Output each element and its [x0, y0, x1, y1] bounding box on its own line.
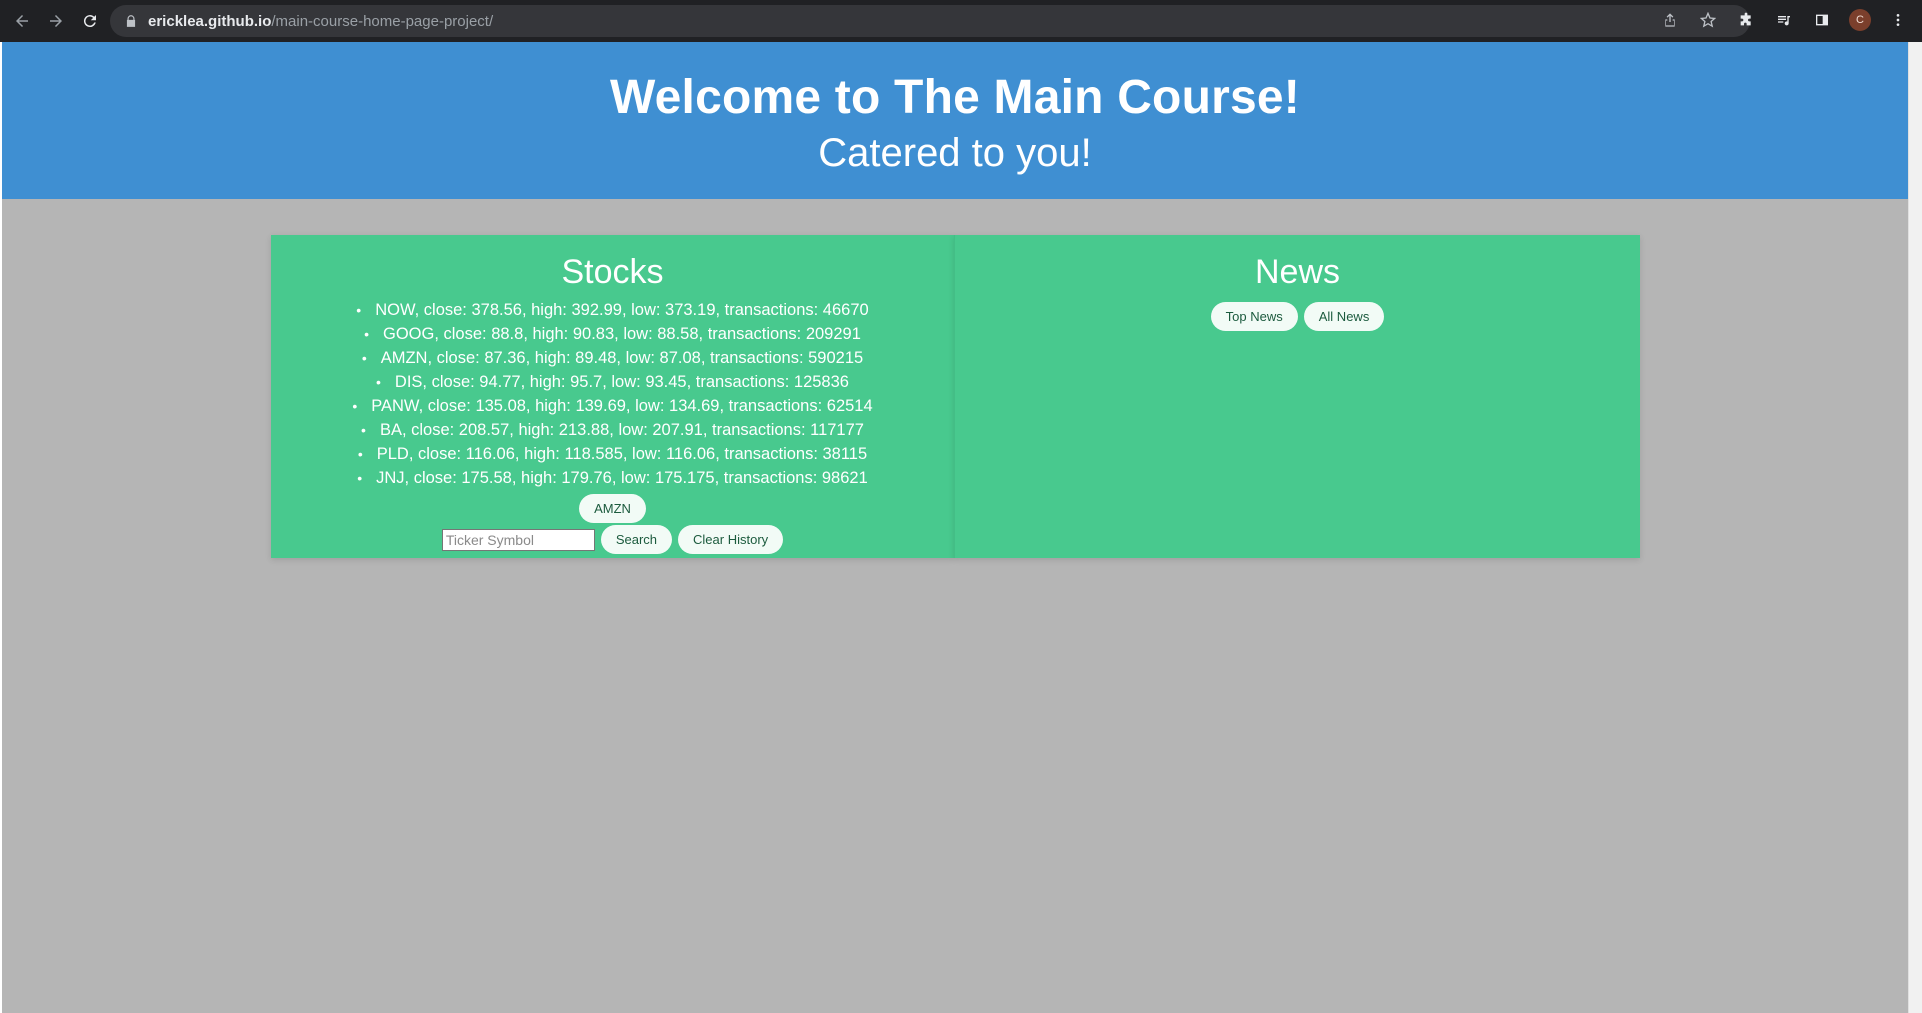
ticker-symbol-input[interactable]: [441, 528, 595, 551]
address-bar[interactable]: ericklea.github.io /main-course-home-pag…: [110, 5, 1750, 37]
toolbar-actions: C: [1656, 6, 1912, 34]
list-item: PLD, close: 116.06, high: 118.585, low: …: [271, 442, 954, 466]
url-path: /main-course-home-page-project/: [271, 12, 494, 30]
list-item: JNJ, close: 175.58, high: 179.76, low: 1…: [271, 466, 954, 490]
puzzle-icon: [1740, 12, 1751, 26]
page-subtitle: Catered to you!: [818, 131, 1092, 175]
arrow-right-icon: [50, 15, 62, 27]
avatar: C: [1849, 9, 1871, 31]
page-title: Welcome to The Main Course!: [610, 71, 1300, 124]
lock-icon: [126, 15, 136, 27]
news-title: News: [1254, 253, 1341, 291]
share-button[interactable]: [1656, 6, 1684, 34]
hero-banner: Welcome to The Main Course! Catered to y…: [2, 42, 1908, 199]
news-filter-buttons: Top News All News: [955, 302, 1640, 331]
history-amzn-button[interactable]: AMZN: [579, 494, 646, 523]
star-icon: [1700, 12, 1716, 28]
stock-list: NOW, close: 378.56, high: 392.99, low: 3…: [271, 298, 954, 490]
search-history: AMZN: [271, 494, 954, 523]
top-news-button[interactable]: Top News: [1210, 302, 1298, 331]
media-button[interactable]: [1770, 6, 1798, 34]
reload-button[interactable]: [74, 5, 106, 37]
news-card: News Top News All News: [954, 235, 1640, 558]
url-host: ericklea.github.io: [148, 12, 272, 30]
list-item: PANW, close: 135.08, high: 139.69, low: …: [271, 394, 954, 418]
playlist-icon: [1778, 16, 1790, 26]
reload-icon: [83, 15, 96, 28]
list-item: AMZN, close: 87.36, high: 89.48, low: 87…: [271, 346, 954, 370]
stocks-title: Stocks: [561, 253, 664, 291]
kebab-menu-icon: [1896, 14, 1900, 26]
scrollbar[interactable]: [1908, 42, 1922, 1013]
list-item: NOW, close: 378.56, high: 392.99, low: 3…: [271, 298, 954, 322]
share-icon: [1665, 13, 1675, 27]
page-viewport: Welcome to The Main Course! Catered to y…: [2, 42, 1908, 1013]
list-item: GOOG, close: 88.8, high: 90.83, low: 88.…: [271, 322, 954, 346]
menu-button[interactable]: [1884, 6, 1912, 34]
search-button[interactable]: Search: [600, 525, 673, 554]
forward-button[interactable]: [40, 5, 72, 37]
clear-history-button[interactable]: Clear History: [678, 525, 784, 554]
back-button[interactable]: [6, 5, 38, 37]
extensions-button[interactable]: [1732, 6, 1760, 34]
stocks-card: Stocks NOW, close: 378.56, high: 392.99,…: [271, 235, 954, 558]
all-news-button[interactable]: All News: [1303, 302, 1385, 331]
profile-button[interactable]: C: [1846, 6, 1874, 34]
browser-toolbar: ericklea.github.io /main-course-home-pag…: [0, 0, 1922, 42]
ticker-search-form: Search Clear History: [271, 525, 954, 554]
list-item: DIS, close: 94.77, high: 95.7, low: 93.4…: [271, 370, 954, 394]
list-item: BA, close: 208.57, high: 213.88, low: 20…: [271, 418, 954, 442]
side-panel-icon: [1816, 14, 1828, 26]
side-panel-button[interactable]: [1808, 6, 1836, 34]
arrow-left-icon: [16, 15, 28, 27]
bookmark-button[interactable]: [1694, 6, 1722, 34]
